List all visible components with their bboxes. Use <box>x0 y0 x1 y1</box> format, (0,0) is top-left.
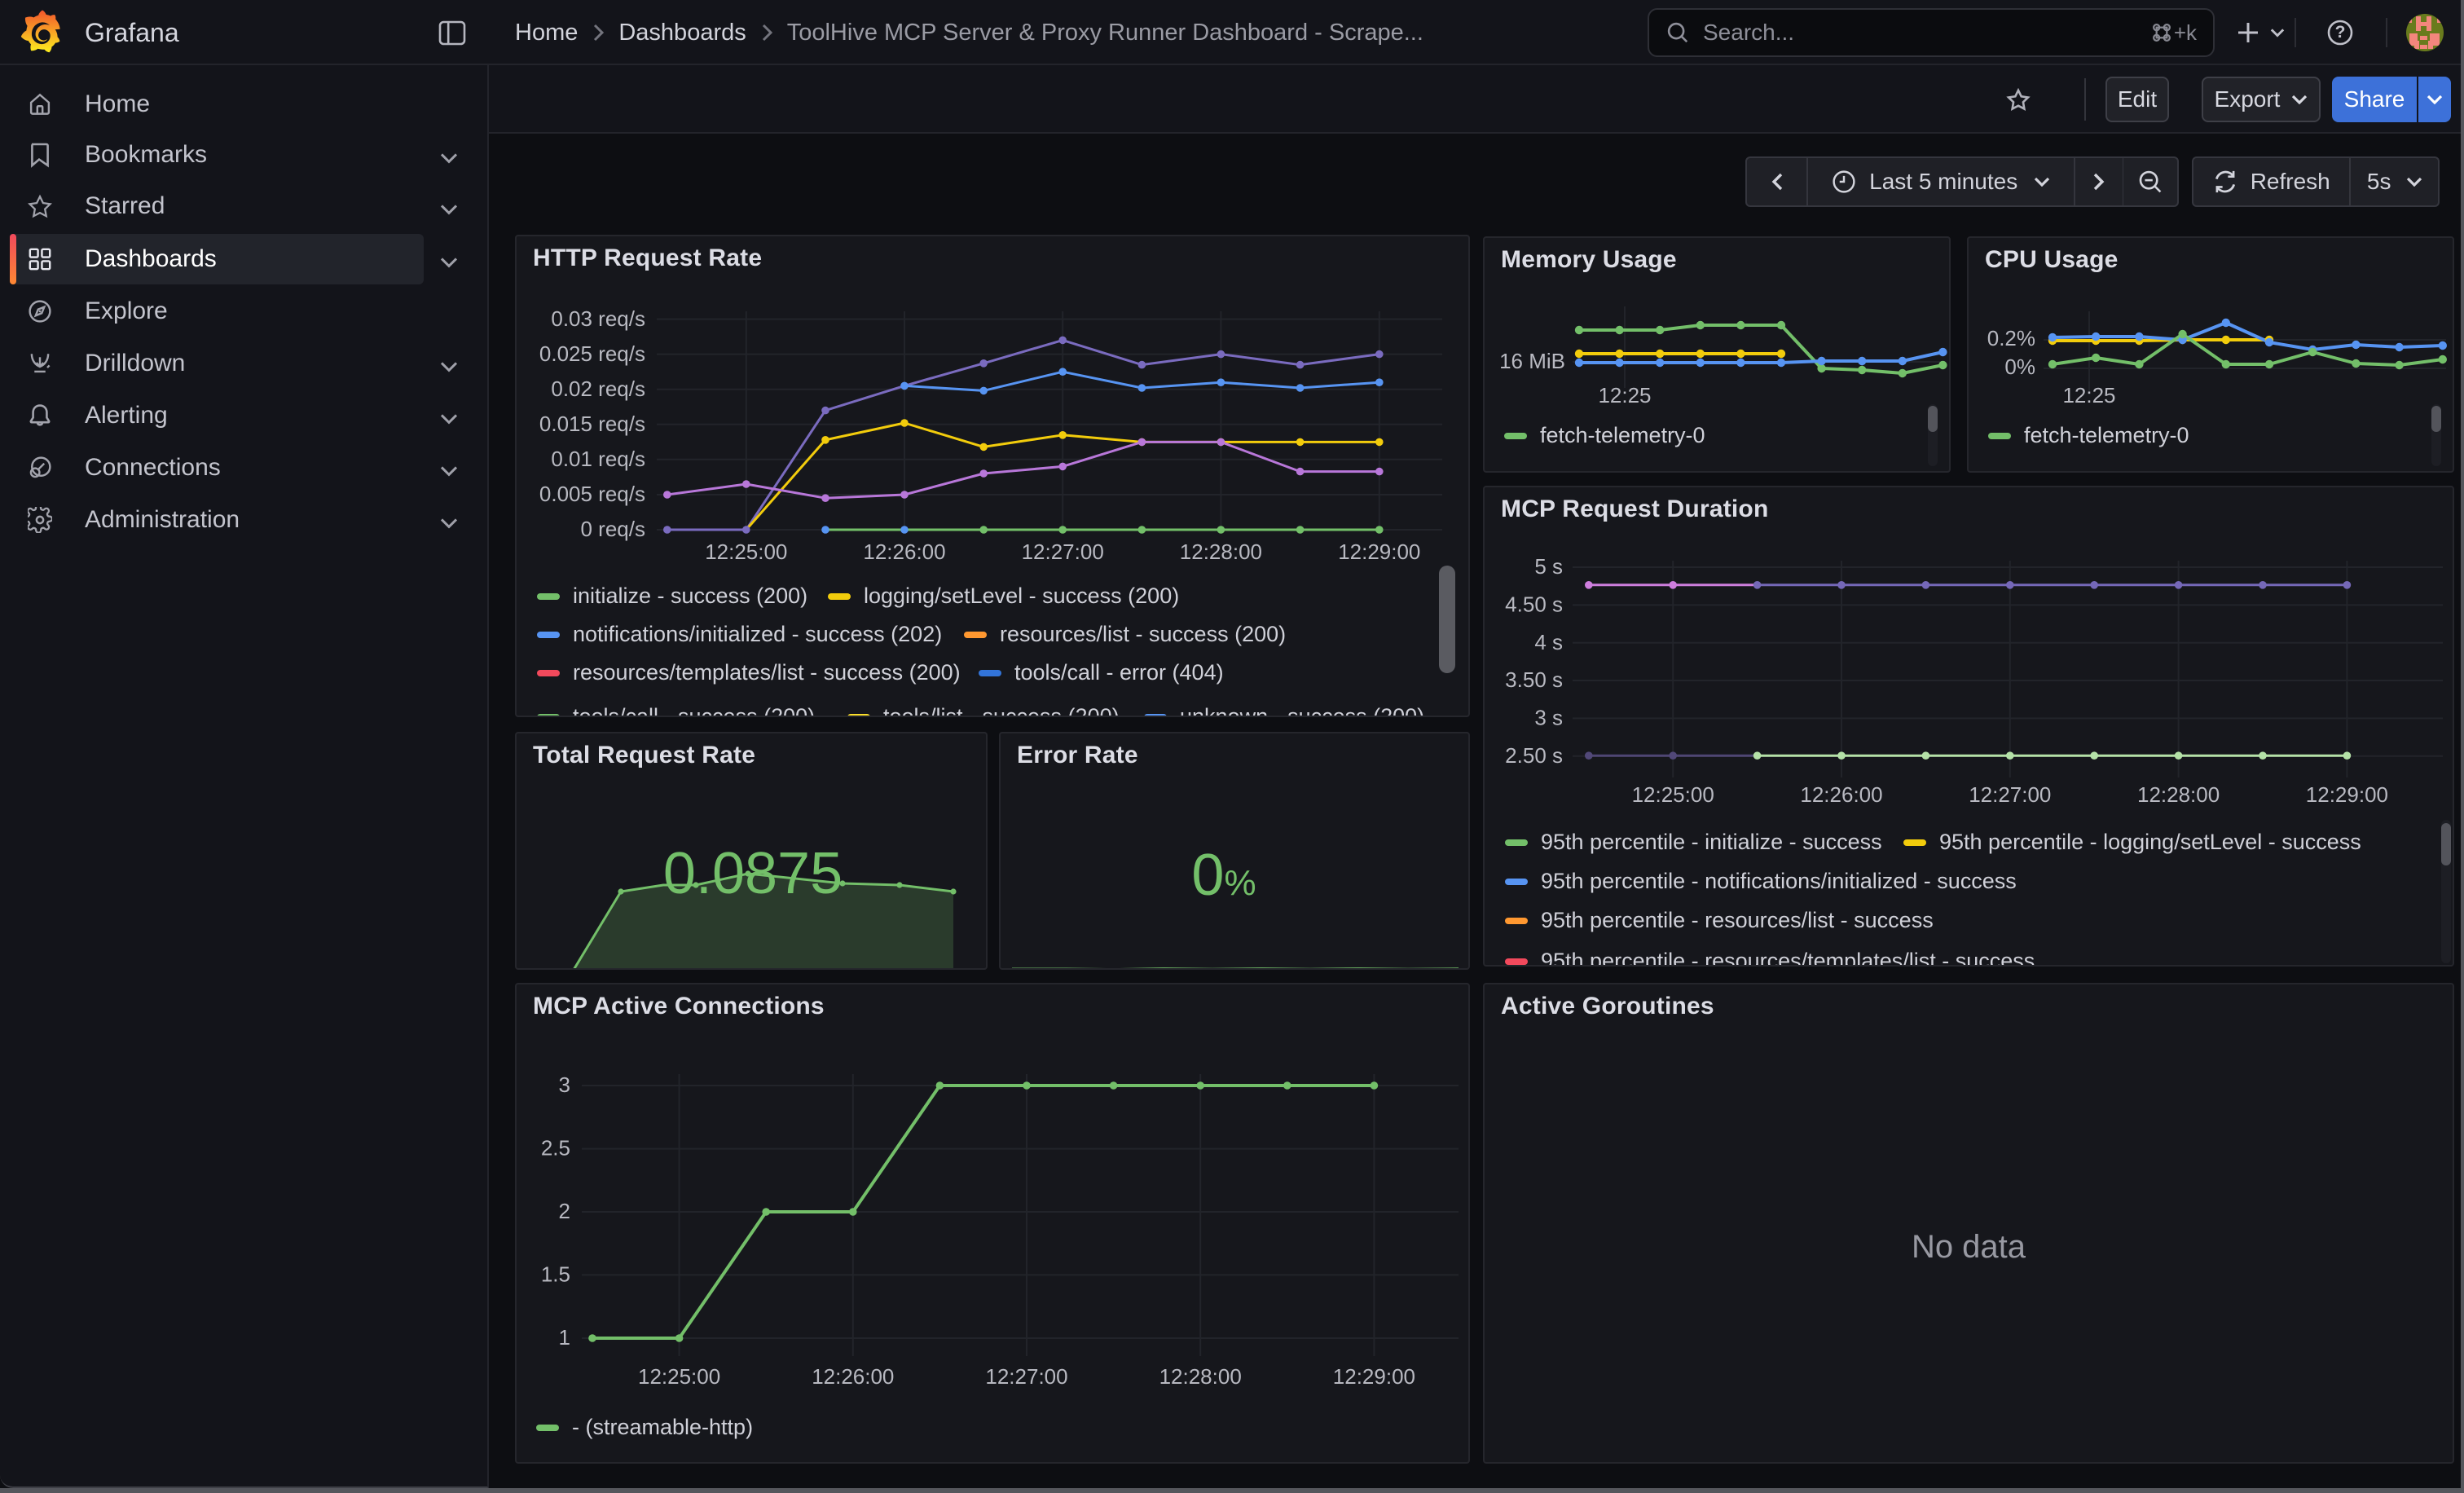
svg-text:12:29:00: 12:29:00 <box>1338 540 1420 564</box>
svg-text:16 MiB: 16 MiB <box>1499 349 1565 373</box>
svg-text:0%: 0% <box>1191 843 1256 908</box>
svg-text:12:29:00: 12:29:00 <box>2306 782 2388 807</box>
svg-text:12:25:00: 12:25:00 <box>1632 782 1714 807</box>
svg-text:0.2%: 0.2% <box>1987 326 2035 350</box>
svg-text:3.50 s: 3.50 s <box>1505 667 1563 692</box>
svg-text:1.5: 1.5 <box>541 1262 570 1286</box>
svg-text:12:28:00: 12:28:00 <box>1180 540 1262 564</box>
svg-text:12:26:00: 12:26:00 <box>1800 782 1882 807</box>
svg-text:12:25: 12:25 <box>1598 383 1651 407</box>
svg-text:4.50 s: 4.50 s <box>1505 592 1563 616</box>
svg-text:12:27:00: 12:27:00 <box>1022 540 1104 564</box>
svg-text:2: 2 <box>559 1199 570 1223</box>
svg-text:0.015 req/s: 0.015 req/s <box>539 412 645 436</box>
svg-text:0%: 0% <box>2004 355 2035 379</box>
svg-text:3: 3 <box>559 1072 570 1097</box>
svg-text:12:28:00: 12:28:00 <box>1159 1364 1242 1389</box>
svg-text:12:25:00: 12:25:00 <box>638 1364 720 1389</box>
svg-text:0.03 req/s: 0.03 req/s <box>551 306 645 331</box>
svg-text:12:25:00: 12:25:00 <box>705 540 787 564</box>
svg-text:12:26:00: 12:26:00 <box>812 1364 894 1389</box>
svg-text:12:27:00: 12:27:00 <box>1969 782 2051 807</box>
svg-text:0.0875: 0.0875 <box>663 841 843 906</box>
svg-text:0.01 req/s: 0.01 req/s <box>551 447 645 471</box>
svg-text:3 s: 3 s <box>1534 705 1563 729</box>
svg-text:12:25: 12:25 <box>2062 383 2115 407</box>
svg-text:12:27:00: 12:27:00 <box>985 1364 1067 1389</box>
svg-text:0 req/s: 0 req/s <box>581 517 646 541</box>
svg-text:12:29:00: 12:29:00 <box>1333 1364 1415 1389</box>
svg-text:12:26:00: 12:26:00 <box>863 540 945 564</box>
svg-text:4 s: 4 s <box>1534 630 1563 654</box>
svg-text:5 s: 5 s <box>1534 554 1563 579</box>
svg-text:0.025 req/s: 0.025 req/s <box>539 341 645 366</box>
svg-text:0.005 req/s: 0.005 req/s <box>539 482 645 506</box>
svg-text:0.02 req/s: 0.02 req/s <box>551 377 645 401</box>
svg-text:2.50 s: 2.50 s <box>1505 743 1563 768</box>
svg-text:2.5: 2.5 <box>541 1136 570 1160</box>
svg-text:1: 1 <box>559 1325 570 1350</box>
svg-text:12:28:00: 12:28:00 <box>2137 782 2220 807</box>
